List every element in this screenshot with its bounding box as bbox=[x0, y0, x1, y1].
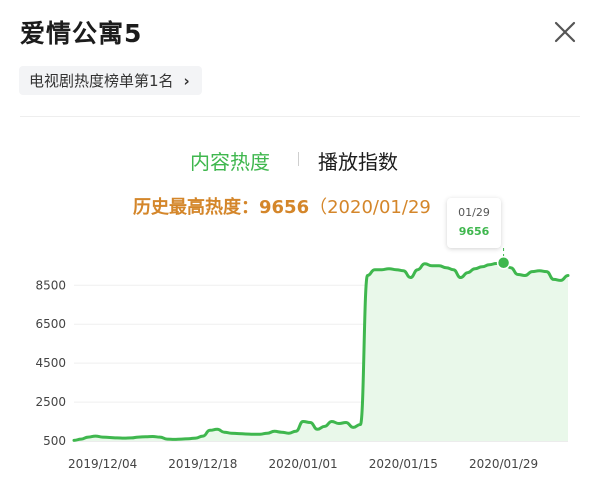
heat-chart: 500 2500 4500 6500 8500 2019/12/04 2019/12/18… bbox=[35, 248, 570, 471]
chart-tooltip: 01/29 9656 bbox=[447, 198, 501, 248]
y-tick-label: 2500 bbox=[35, 395, 66, 409]
rank-chip-label: 电视剧热度榜单第1名 bbox=[29, 72, 174, 90]
tab-bar: 内容热度 播放指数 bbox=[0, 146, 600, 176]
y-tick-label: 500 bbox=[43, 434, 66, 448]
heat-area-fill bbox=[74, 262, 568, 441]
tab-play-index[interactable]: 播放指数 bbox=[318, 146, 398, 175]
x-tick-label: 2019/12/04 bbox=[68, 457, 137, 471]
x-tick-label: 2020/01/01 bbox=[269, 457, 338, 471]
tab-separator bbox=[298, 152, 299, 166]
tooltip-value: 9656 bbox=[458, 225, 490, 238]
divider bbox=[20, 116, 580, 117]
x-tick-label: 2020/01/15 bbox=[369, 457, 438, 471]
tooltip-date: 01/29 bbox=[458, 206, 490, 219]
peak-date: （2020/01/29 bbox=[309, 197, 431, 218]
chevron-right-icon: › bbox=[183, 71, 190, 90]
y-tick-label: 6500 bbox=[35, 317, 66, 331]
highlight-point[interactable] bbox=[496, 256, 511, 270]
y-tick-label: 8500 bbox=[35, 278, 66, 292]
x-axis-labels: 2019/12/04 2019/12/18 2020/01/01 2020/01/15… bbox=[68, 457, 538, 471]
tab-content-heat[interactable]: 内容热度 bbox=[190, 146, 270, 175]
y-tick-label: 4500 bbox=[35, 356, 66, 370]
page-title: 爱情公寓5 bbox=[20, 19, 143, 48]
peak-label: 历史最高热度： bbox=[133, 197, 259, 218]
x-tick-label: 2020/01/29 bbox=[469, 457, 538, 471]
close-icon[interactable] bbox=[553, 20, 577, 44]
x-tick-label: 2019/12/18 bbox=[168, 457, 237, 471]
peak-heat-summary: 历史最高热度：9656（2020/01/29 bbox=[133, 193, 431, 219]
peak-value: 9656 bbox=[259, 197, 310, 218]
y-axis-labels: 500 2500 4500 6500 8500 bbox=[35, 278, 66, 448]
rank-chip[interactable]: 电视剧热度榜单第1名 › bbox=[19, 66, 202, 95]
